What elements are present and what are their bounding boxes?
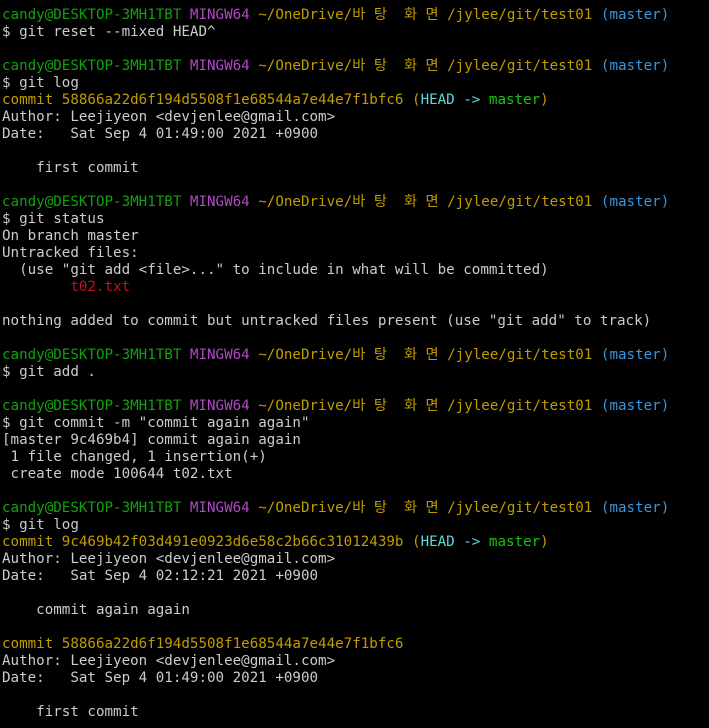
log-author: Author: Leejiyeon <devjenlee@gmail.com> — [2, 109, 336, 125]
untracked-file: t02.txt — [2, 279, 131, 295]
prompt-path: ~/OneDrive/바 탕 화 면 /jylee/git/test01 — [258, 58, 593, 74]
command-line: $ git add . — [2, 364, 96, 380]
status-untracked-header: Untracked files: — [2, 245, 139, 261]
prompt-path: ~/OneDrive/바 탕 화 면 /jylee/git/test01 — [258, 398, 593, 414]
commit-hash: commit 58866a22d6f194d5508f1e68544a7e44e… — [2, 636, 404, 652]
branch-ref: master — [480, 92, 541, 108]
prompt-line: candy@DESKTOP-3MH1TBT MINGW64 ~/OneDrive… — [2, 58, 707, 75]
command-line: $ git reset --mixed HEAD^ — [2, 24, 216, 40]
prompt-branch: (master) — [600, 58, 670, 74]
prompt-branch: (master) — [600, 398, 670, 414]
prompt-line: candy@DESKTOP-3MH1TBT MINGW64 ~/OneDrive… — [2, 398, 707, 415]
commit-result-create: create mode 100644 t02.txt — [2, 466, 233, 482]
prompt-env: MINGW64 — [189, 58, 250, 74]
prompt-line: candy@DESKTOP-3MH1TBT MINGW64 ~/OneDrive… — [2, 7, 707, 24]
command-line: $ git log — [2, 517, 79, 533]
prompt-user-host: candy@DESKTOP-3MH1TBT — [2, 398, 182, 414]
status-hint: (use "git add <file>..." to include in w… — [2, 262, 549, 278]
prompt-branch: (master) — [600, 347, 670, 363]
log-author: Author: Leejiyeon <devjenlee@gmail.com> — [2, 551, 336, 567]
terminal-window[interactable]: candy@DESKTOP-3MH1TBT MINGW64 ~/OneDrive… — [2, 7, 707, 721]
log-commit-line: commit 58866a22d6f194d5508f1e68544a7e44e… — [2, 92, 707, 109]
branch-ref: master — [480, 534, 541, 550]
ref-close: ) — [540, 92, 549, 108]
prompt-env: MINGW64 — [189, 347, 250, 363]
prompt-branch: (master) — [600, 500, 670, 516]
log-date: Date: Sat Sep 4 01:49:00 2021 +0900 — [2, 670, 319, 686]
ref-open: ( — [403, 92, 421, 108]
commit-result-summary: [master 9c469b4] commit again again — [2, 432, 301, 448]
prompt-line: candy@DESKTOP-3MH1TBT MINGW64 ~/OneDrive… — [2, 347, 707, 364]
log-message: first commit — [2, 704, 139, 720]
ref-close: ) — [540, 534, 549, 550]
command-line: $ git status — [2, 211, 105, 227]
prompt-user-host: candy@DESKTOP-3MH1TBT — [2, 194, 182, 210]
command-line: $ git commit -m "commit again again" — [2, 415, 310, 431]
prompt-path: ~/OneDrive/바 탕 화 면 /jylee/git/test01 — [258, 347, 593, 363]
head-ref: HEAD -> — [420, 534, 481, 550]
status-branch: On branch master — [2, 228, 139, 244]
prompt-user-host: candy@DESKTOP-3MH1TBT — [2, 500, 182, 516]
prompt-env: MINGW64 — [189, 7, 250, 23]
head-ref: HEAD -> — [420, 92, 481, 108]
prompt-path: ~/OneDrive/바 탕 화 면 /jylee/git/test01 — [258, 7, 593, 23]
prompt-user-host: candy@DESKTOP-3MH1TBT — [2, 347, 182, 363]
prompt-branch: (master) — [600, 7, 670, 23]
log-author: Author: Leejiyeon <devjenlee@gmail.com> — [2, 653, 336, 669]
prompt-path: ~/OneDrive/바 탕 화 면 /jylee/git/test01 — [258, 500, 593, 516]
log-date: Date: Sat Sep 4 02:12:21 2021 +0900 — [2, 568, 319, 584]
prompt-line: candy@DESKTOP-3MH1TBT MINGW64 ~/OneDrive… — [2, 500, 707, 517]
prompt-user-host: candy@DESKTOP-3MH1TBT — [2, 58, 182, 74]
prompt-line: candy@DESKTOP-3MH1TBT MINGW64 ~/OneDrive… — [2, 194, 707, 211]
log-message: first commit — [2, 160, 139, 176]
log-commit-line: commit 9c469b42f03d491e0923d6e58c2b66c31… — [2, 534, 707, 551]
prompt-path: ~/OneDrive/바 탕 화 면 /jylee/git/test01 — [258, 194, 593, 210]
prompt-env: MINGW64 — [189, 398, 250, 414]
log-date: Date: Sat Sep 4 01:49:00 2021 +0900 — [2, 126, 319, 142]
prompt-env: MINGW64 — [189, 500, 250, 516]
prompt-env: MINGW64 — [189, 194, 250, 210]
log-message: commit again again — [2, 602, 190, 618]
command-line: $ git log — [2, 75, 79, 91]
ref-open: ( — [403, 534, 421, 550]
status-nothing-added: nothing added to commit but untracked fi… — [2, 313, 652, 329]
commit-hash: commit 9c469b42f03d491e0923d6e58c2b66c31… — [2, 534, 404, 550]
commit-hash: commit 58866a22d6f194d5508f1e68544a7e44e… — [2, 92, 404, 108]
prompt-branch: (master) — [600, 194, 670, 210]
commit-result-changes: 1 file changed, 1 insertion(+) — [2, 449, 267, 465]
prompt-user-host: candy@DESKTOP-3MH1TBT — [2, 7, 182, 23]
